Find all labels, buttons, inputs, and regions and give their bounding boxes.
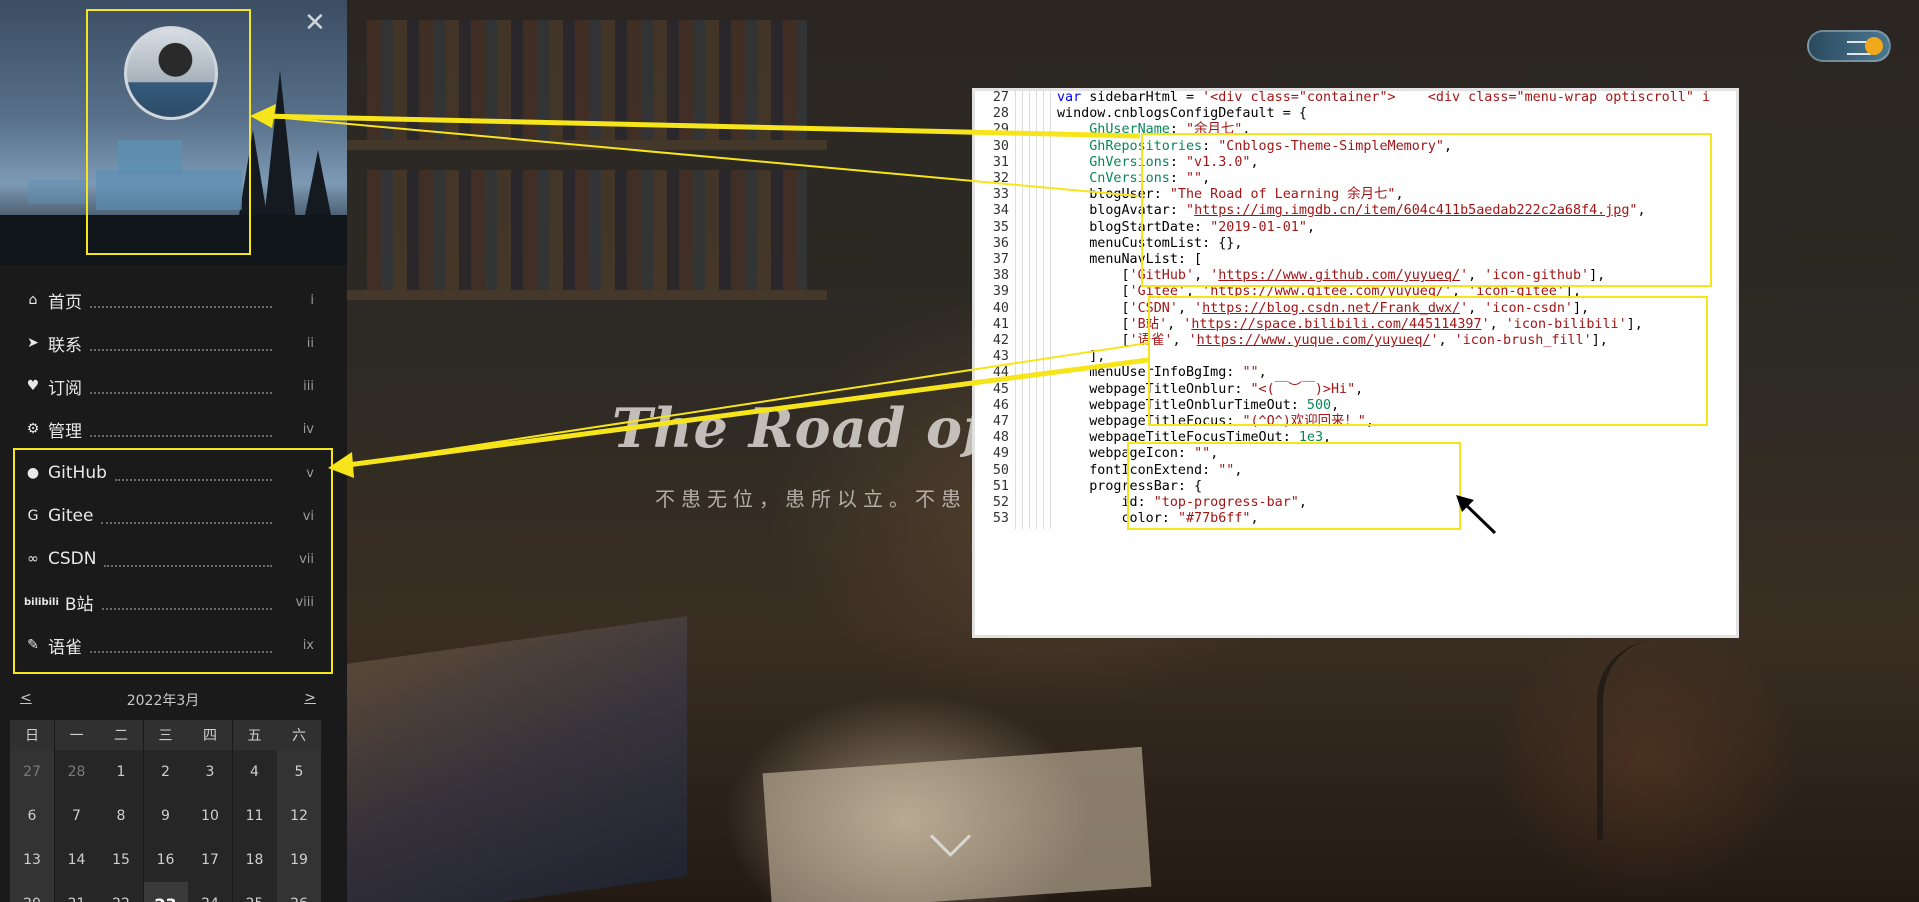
bookshelf: [347, 290, 827, 300]
leader-dots: [90, 335, 272, 351]
calendar-day[interactable]: 23: [143, 882, 188, 902]
highlight-avatar-box: [86, 9, 251, 255]
calendar-day[interactable]: 2: [143, 750, 188, 794]
calendar-grid: 日一二三四五六 27 28 1 2 3 4 5 6 7 8 9 10 11 12 13 14 15 16 17 18 19…: [10, 720, 322, 902]
calendar-day[interactable]: 13: [10, 838, 54, 882]
calendar-header: < 2022年3月 >: [10, 690, 316, 714]
leader-dots: [90, 421, 272, 437]
bookshelf-books: [367, 20, 807, 140]
code-text: window.cnblogsConfigDefault = {: [1057, 106, 1307, 122]
desk-lamp: [1597, 640, 1713, 840]
calendar-week-row: 13 14 15 16 17 18 19: [10, 838, 322, 882]
calendar-week-row: 20212223242526: [10, 882, 322, 902]
calendar-day[interactable]: 7: [54, 794, 99, 838]
send-icon: ➤: [27, 335, 39, 351]
calendar-day[interactable]: 21: [54, 882, 99, 902]
gear-icon: ⚙: [26, 421, 40, 437]
bookshelf: [347, 140, 827, 150]
calendar-day[interactable]: 15: [99, 838, 143, 882]
calendar-day[interactable]: 25: [232, 882, 277, 902]
highlight-title-config: [1127, 442, 1461, 530]
calendar-day[interactable]: 26: [277, 882, 321, 902]
calendar-week-row: 6 7 8 9 10 11 12: [10, 794, 322, 838]
annotation-text: 页面离开和在看的提示: [1400, 550, 1580, 571]
calendar-week-row: 27 28 1 2 3 4 5: [10, 750, 322, 794]
calendar-day[interactable]: 5: [277, 750, 321, 794]
calendar-weekday: 二: [99, 720, 143, 750]
bookshelf-books: [367, 170, 807, 290]
hero-subtitle: 不患无位，患所以立。不患: [655, 487, 967, 511]
sidebar-item-label: 管理: [48, 421, 82, 442]
sidebar-item-订阅[interactable]: ♥ 订阅 iii: [24, 371, 314, 401]
menu-toggle[interactable]: [1807, 30, 1891, 62]
sidebar-item-number: i: [310, 292, 314, 308]
sidebar-item-label: 联系: [48, 335, 82, 356]
calendar-day[interactable]: 20: [10, 882, 54, 902]
calendar-day[interactable]: 10: [188, 794, 232, 838]
home-icon: ⌂: [28, 292, 38, 308]
sidebar-item-管理[interactable]: ⚙ 管理 iv: [24, 414, 314, 444]
calendar-day[interactable]: 24: [188, 882, 232, 902]
calendar-weekday: 五: [232, 720, 277, 750]
redacted-name: [28, 180, 88, 204]
calendar-day[interactable]: 3: [188, 750, 232, 794]
highlight-nav-config: [1148, 296, 1708, 426]
code-text: ],: [1057, 349, 1106, 365]
calendar-day[interactable]: 4: [232, 750, 277, 794]
calendar-day[interactable]: 18: [232, 838, 277, 882]
calendar-day[interactable]: 1: [99, 750, 143, 794]
highlight-nav-box: [13, 448, 333, 674]
calendar-day[interactable]: 17: [188, 838, 232, 882]
sidebar-item-首页[interactable]: ⌂ 首页 i: [24, 285, 314, 315]
calendar-next-button[interactable]: >: [304, 690, 316, 706]
calendar-title: 2022年3月: [126, 693, 200, 709]
indent-guides: [1015, 509, 1057, 530]
sidebar-item-number: iii: [303, 378, 314, 394]
leader-dots: [90, 292, 272, 308]
desk-books: [347, 616, 687, 902]
close-icon[interactable]: ✕: [304, 8, 326, 38]
calendar-day[interactable]: 11: [232, 794, 277, 838]
calendar-day[interactable]: 27: [10, 750, 54, 794]
code-text: var sidebarHtml = '<div class="container…: [1057, 90, 1711, 105]
sidebar-item-label: 首页: [48, 292, 82, 313]
calendar-weekday-row: 日一二三四五六: [10, 720, 322, 750]
heart-icon: ♥: [26, 378, 40, 394]
calendar-weekday: 四: [188, 720, 232, 750]
calendar-day[interactable]: 22: [99, 882, 143, 902]
sidebar-item-联系[interactable]: ➤ 联系 ii: [24, 328, 314, 358]
calendar-weekday: 三: [143, 720, 188, 750]
calendar-weekday: 一: [54, 720, 99, 750]
highlight-user-config: [1141, 133, 1712, 287]
calendar-day[interactable]: 8: [99, 794, 143, 838]
sidebar-item-number: ii: [306, 335, 314, 351]
calendar-weekday: 日: [10, 720, 54, 750]
sidebar: ✕ ⌂ 首页 i ➤ 联系 ii ♥ 订阅 iii ⚙ 管理 iv ● GitHub v G Gitee vi ∞ C…: [0, 0, 347, 902]
sidebar-item-label: 订阅: [48, 378, 82, 399]
line-number: 53: [992, 511, 1009, 527]
sidebar-item-number: iv: [302, 421, 314, 437]
calendar-day[interactable]: 14: [54, 838, 99, 882]
calendar-day[interactable]: 28: [54, 750, 99, 794]
calendar-day[interactable]: 19: [277, 838, 321, 882]
calendar-day[interactable]: 6: [10, 794, 54, 838]
calendar-day[interactable]: 16: [143, 838, 188, 882]
calendar-weekday: 六: [277, 720, 321, 750]
calendar-day[interactable]: 9: [143, 794, 188, 838]
leader-dots: [90, 378, 272, 394]
toggle-knob: [1865, 37, 1883, 55]
calendar-day[interactable]: 12: [277, 794, 321, 838]
